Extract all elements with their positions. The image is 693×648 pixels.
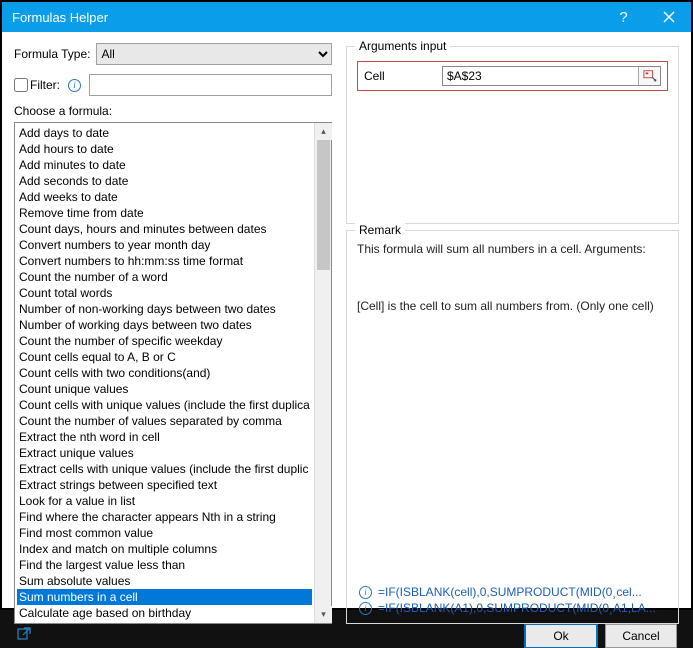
close-button[interactable] [646, 2, 691, 32]
list-item[interactable]: Find most common value [17, 525, 312, 541]
list-item[interactable]: Find where the character appears Nth in … [17, 509, 312, 525]
list-item[interactable]: Count the number of specific weekday [17, 333, 312, 349]
formula-preview-2[interactable]: i =IF(ISBLANK(A1),0,SUMPRODUCT(MID(0¸A1,… [357, 601, 668, 615]
range-picker-button[interactable] [638, 67, 660, 85]
window-title: Formulas Helper [12, 10, 108, 25]
remark-desc: This formula will sum all numbers in a c… [357, 241, 668, 258]
list-item[interactable]: Look for a value in list [17, 493, 312, 509]
list-item[interactable]: Add minutes to date [17, 157, 312, 173]
formula-listbox[interactable]: Add days to dateAdd hours to dateAdd min… [14, 122, 332, 624]
list-item[interactable]: Sum absolute values [17, 573, 312, 589]
info-icon: i [359, 602, 372, 615]
dialog-window: Formulas Helper ? Formula Type: All Filt… [0, 0, 693, 610]
list-item[interactable]: Count unique values [17, 381, 312, 397]
info-icon[interactable]: i [68, 79, 81, 92]
remark-arg-text: [Cell] is the cell to sum all numbers fr… [357, 298, 668, 315]
list-item[interactable]: Extract unique values [17, 445, 312, 461]
arguments-group-label: Arguments input [355, 39, 450, 53]
list-item[interactable]: Convert numbers to year month day [17, 237, 312, 253]
remark-group: Remark This formula will sum all numbers… [346, 230, 679, 624]
titlebar: Formulas Helper ? [2, 2, 691, 32]
list-item[interactable]: Extract cells with unique values (includ… [17, 461, 312, 477]
cell-input-wrap [442, 66, 661, 86]
scroll-thumb[interactable] [317, 140, 330, 270]
ok-button[interactable]: Ok [525, 624, 597, 648]
close-icon [663, 11, 675, 23]
filter-row: Filter: i [14, 73, 332, 97]
list-item[interactable]: Calculate age based on birthday [17, 605, 312, 621]
list-item[interactable]: Extract strings between specified text [17, 477, 312, 493]
choose-formula-label: Choose a formula: [14, 104, 332, 118]
left-pane: Formula Type: All Filter: i Choose a for… [14, 42, 332, 624]
arguments-group: Arguments input Cell [346, 46, 679, 224]
filter-label: Filter: [30, 78, 60, 92]
list-item[interactable]: Number of non-working days between two d… [17, 301, 312, 317]
formula-preview-1[interactable]: i =IF(ISBLANK(cell),0,SUMPRODUCT(MID(0¸c… [357, 585, 668, 599]
content: Formula Type: All Filter: i Choose a for… [2, 32, 691, 624]
formula-type-select[interactable]: All [96, 43, 332, 65]
remark-formulas: i =IF(ISBLANK(cell),0,SUMPRODUCT(MID(0¸c… [357, 583, 668, 615]
list-item[interactable]: Extract the nth word in cell [17, 429, 312, 445]
list-item[interactable]: Count days, hours and minutes between da… [17, 221, 312, 237]
list-item[interactable]: Count the number of values separated by … [17, 413, 312, 429]
list-item[interactable]: Add hours to date [17, 141, 312, 157]
cell-label: Cell [364, 69, 432, 83]
footer: Ok Cancel [2, 624, 691, 648]
list-item[interactable]: Add days to date [17, 125, 312, 141]
list-item[interactable]: Number of working days between two dates [17, 317, 312, 333]
cell-argument-row: Cell [357, 61, 668, 91]
list-item[interactable]: Remove time from date [17, 205, 312, 221]
formula-type-label: Formula Type: [14, 47, 90, 61]
list-item[interactable]: Convert numbers to hh:mm:ss time format [17, 253, 312, 269]
list-item[interactable]: Count cells equal to A, B or C [17, 349, 312, 365]
cell-input[interactable] [443, 67, 638, 85]
right-pane: Arguments input Cell [346, 42, 679, 624]
list-item[interactable]: Count cells with unique values (include … [17, 397, 312, 413]
scroll-down-icon[interactable]: ▾ [315, 606, 332, 623]
cancel-button[interactable]: Cancel [605, 624, 677, 648]
formula-type-row: Formula Type: All [14, 42, 332, 66]
remark-group-label: Remark [355, 223, 405, 237]
scrollbar[interactable]: ▴ ▾ [314, 123, 331, 623]
info-icon: i [359, 586, 372, 599]
list-item[interactable]: Sum numbers in a cell [17, 589, 312, 605]
help-button[interactable]: ? [601, 2, 646, 32]
filter-checkbox[interactable] [14, 78, 28, 92]
list-item[interactable]: Count total words [17, 285, 312, 301]
range-picker-icon [643, 69, 657, 83]
list-item[interactable]: Count cells with two conditions(and) [17, 365, 312, 381]
list-item[interactable]: Index and match on multiple columns [17, 541, 312, 557]
scroll-up-icon[interactable]: ▴ [315, 123, 332, 140]
external-link-icon[interactable] [16, 626, 32, 647]
list-item[interactable]: Add seconds to date [17, 173, 312, 189]
list-item[interactable]: Count the number of a word [17, 269, 312, 285]
list-item[interactable]: Add weeks to date [17, 189, 312, 205]
filter-input[interactable] [89, 74, 332, 96]
list-item[interactable]: Find the largest value less than [17, 557, 312, 573]
